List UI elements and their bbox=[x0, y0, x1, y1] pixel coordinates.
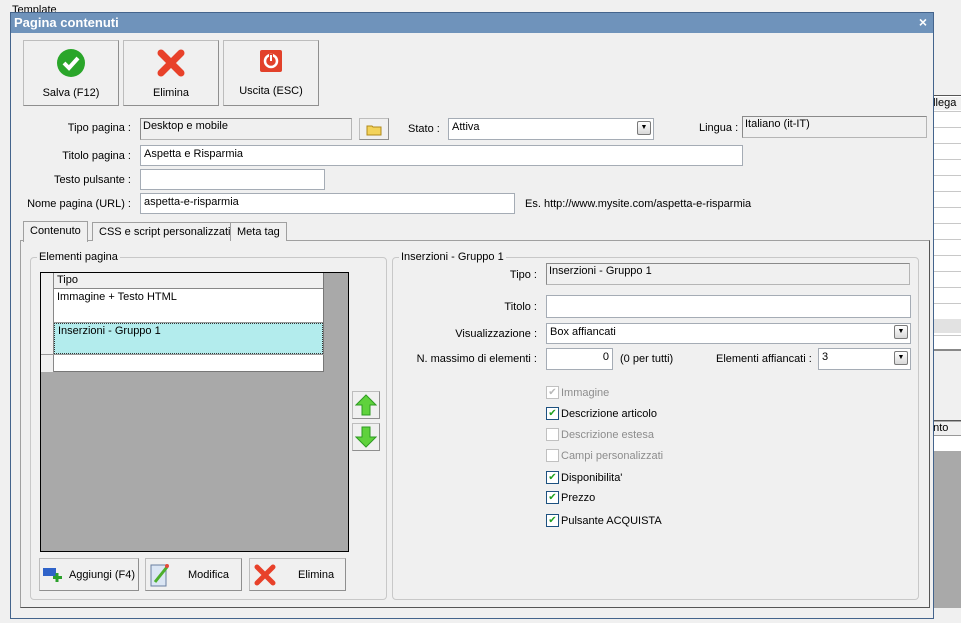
checkbox-descrizione-estesa bbox=[546, 428, 559, 441]
exit-button[interactable]: Uscita (ESC) bbox=[223, 40, 319, 106]
visualizzazione-label: Visualizzazione : bbox=[455, 328, 537, 340]
close-icon[interactable]: × bbox=[919, 14, 927, 30]
checkbox-disponibilita[interactable]: ✔ bbox=[546, 471, 559, 484]
checkbox-label: Descrizione estesa bbox=[561, 429, 654, 441]
move-down-button[interactable] bbox=[352, 423, 380, 451]
folder-icon bbox=[366, 125, 382, 135]
delete-button[interactable]: Elimina bbox=[123, 40, 219, 106]
url-example: Es. http://www.mysite.com/aspetta-e-risp… bbox=[525, 198, 752, 210]
edit-element-button[interactable]: Modifica bbox=[145, 558, 242, 591]
checkbox-label: Campi personalizzati bbox=[561, 450, 664, 462]
chevron-down-icon[interactable]: ▼ bbox=[894, 351, 908, 365]
max-elementi-hint: (0 per tutti) bbox=[620, 353, 674, 365]
lingua-field: Italiano (it-IT) bbox=[742, 116, 927, 138]
x-icon bbox=[157, 49, 185, 76]
titolo-pagina-label: Titolo pagina : bbox=[62, 150, 131, 162]
tipo-field: Inserzioni - Gruppo 1 bbox=[546, 263, 910, 285]
titolo-label: Titolo : bbox=[504, 301, 537, 313]
power-icon bbox=[260, 50, 282, 72]
checkbox-label: Descrizione articolo bbox=[561, 408, 657, 420]
checkbox-label: Pulsante ACQUISTA bbox=[561, 515, 662, 527]
title-bar[interactable]: Pagina contenuti × bbox=[11, 13, 933, 33]
titolo-input[interactable] bbox=[546, 295, 911, 318]
check-icon bbox=[57, 48, 85, 77]
checkbox-descrizione-articolo[interactable]: ✔ bbox=[546, 407, 559, 420]
tab-contenuto[interactable]: Contenuto bbox=[23, 221, 88, 242]
testo-pulsante-input[interactable] bbox=[140, 169, 325, 190]
tipo-pagina-field: Desktop e mobile bbox=[140, 118, 352, 140]
max-elementi-label: N. massimo di elementi : bbox=[416, 353, 537, 365]
checkbox-immagine: ✔ bbox=[546, 386, 559, 399]
table-row[interactable]: Immagine + Testo HTML bbox=[54, 289, 323, 323]
nome-pagina-label: Nome pagina (URL) : bbox=[27, 198, 131, 210]
checkbox-prezzo[interactable]: ✔ bbox=[546, 491, 559, 504]
checkbox-label: Immagine bbox=[561, 387, 610, 399]
stato-label: Stato : bbox=[408, 123, 440, 135]
add-icon bbox=[42, 567, 62, 582]
nome-pagina-input[interactable]: aspetta-e-risparmia bbox=[140, 193, 515, 214]
checkbox-campi-personalizzati bbox=[546, 449, 559, 462]
chevron-down-icon[interactable]: ▼ bbox=[894, 325, 908, 339]
tipo-label: Tipo : bbox=[509, 269, 537, 281]
delete-element-button[interactable]: Elimina bbox=[249, 558, 346, 591]
arrow-down-icon bbox=[355, 426, 377, 448]
edit-icon bbox=[150, 563, 169, 586]
browse-button[interactable] bbox=[359, 118, 389, 140]
chevron-down-icon[interactable]: ▼ bbox=[637, 121, 651, 135]
elementi-affiancati-label: Elementi affiancati : bbox=[716, 353, 812, 365]
tab-css-script[interactable]: CSS e script personalizzati bbox=[92, 222, 238, 241]
checkbox-label: Prezzo bbox=[561, 492, 596, 504]
checkbox-label: Disponibilita' bbox=[561, 472, 623, 484]
max-elementi-input[interactable]: 0 bbox=[546, 348, 613, 370]
checkbox-pulsante-acquista[interactable]: ✔ bbox=[546, 514, 559, 527]
stato-select[interactable]: Attiva ▼ bbox=[448, 118, 654, 140]
dialog-title: Pagina contenuti bbox=[14, 15, 119, 30]
add-element-button[interactable]: Aggiungi (F4) bbox=[39, 558, 139, 591]
elementi-affiancati-select[interactable]: 3 ▼ bbox=[818, 348, 911, 370]
lingua-label: Lingua : bbox=[699, 122, 739, 134]
save-button[interactable]: Salva (F12) bbox=[23, 40, 119, 106]
tab-meta-tag[interactable]: Meta tag bbox=[230, 222, 287, 241]
x-icon bbox=[254, 564, 276, 585]
titolo-pagina-input[interactable]: Aspetta e Risparmia bbox=[140, 145, 743, 166]
table-row-selected[interactable]: Inserzioni - Gruppo 1 bbox=[54, 323, 323, 354]
arrow-up-icon bbox=[355, 394, 377, 416]
visualizzazione-select[interactable]: Box affiancati ▼ bbox=[546, 323, 911, 344]
testo-pulsante-label: Testo pulsante : bbox=[53, 174, 131, 186]
move-up-button[interactable] bbox=[352, 391, 380, 419]
elements-grid[interactable]: Tipo Immagine + Testo HTML Inserzioni - … bbox=[40, 272, 349, 552]
column-header-tipo[interactable]: Tipo bbox=[54, 273, 323, 289]
tipo-pagina-label: Tipo pagina : bbox=[67, 122, 131, 134]
